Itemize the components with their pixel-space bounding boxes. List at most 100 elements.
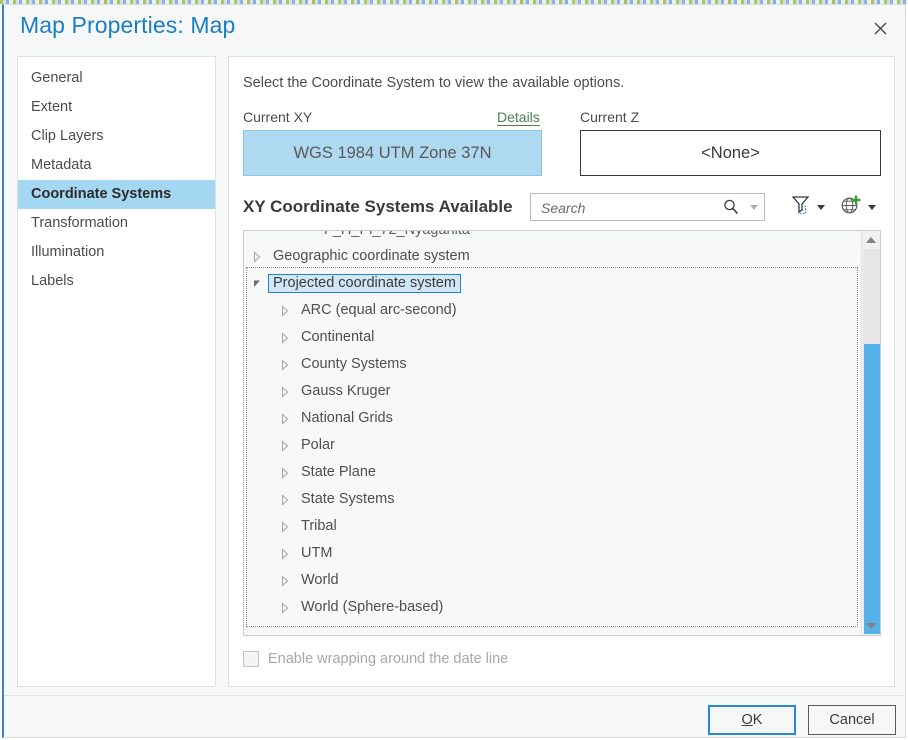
map-properties-dialog: Map Properties: Map General Extent Clip … — [2, 4, 906, 738]
enable-wrapping-checkbox-row[interactable]: Enable wrapping around the date line — [243, 651, 508, 667]
expand-chevron-right-icon[interactable] — [278, 385, 292, 399]
tree-row-polar[interactable]: Polar — [244, 432, 862, 459]
dialog-titlebar: Map Properties: Map — [4, 5, 905, 51]
globe-plus-icon — [840, 194, 862, 221]
sidebar-item-extent[interactable]: Extent — [18, 93, 215, 122]
search-box — [530, 193, 765, 222]
tree-row-label: Continental — [301, 329, 375, 345]
expand-chevron-right-icon[interactable] — [278, 520, 292, 534]
expand-chevron-right-icon[interactable] — [278, 439, 292, 453]
tree-row-gauss-kruger[interactable]: Gauss Kruger — [244, 378, 862, 405]
collapse-chevron-down-icon[interactable] — [250, 277, 264, 291]
tree-row-state-plane[interactable]: State Plane — [244, 459, 862, 486]
search-options-chevron-down-icon[interactable] — [750, 205, 758, 210]
magnifier-glyph — [724, 199, 739, 215]
expand-chevron-right-icon[interactable] — [278, 574, 292, 588]
current-xy-label: Current XY — [243, 109, 313, 125]
add-coordinate-system-button[interactable] — [840, 193, 884, 221]
expand-chevron-right-icon[interactable] — [278, 493, 292, 507]
enable-wrapping-checkbox[interactable] — [243, 651, 259, 667]
dialog-title: Map Properties: Map — [20, 12, 236, 38]
sidebar-item-general[interactable]: General — [18, 64, 215, 93]
funnel-glyph — [791, 196, 810, 215]
sidebar-item-transformation[interactable]: Transformation — [18, 209, 215, 238]
current-xy-value-box[interactable]: WGS 1984 UTM Zone 37N — [243, 130, 542, 176]
ok-button[interactable]: OK — [708, 705, 796, 735]
tree-row-arc-equal-arc-second[interactable]: ARC (equal arc-second) — [244, 297, 862, 324]
settings-nav-list: General Extent Clip Layers Metadata Coor… — [17, 56, 216, 687]
tree-row-geographic-coordinate-system[interactable]: Geographic coordinate system — [244, 243, 862, 270]
scrollbar-track[interactable] — [863, 249, 880, 634]
triangle-right-outline — [281, 547, 289, 560]
sidebar-item-illumination[interactable]: Illumination — [18, 238, 215, 267]
expand-chevron-right-icon[interactable] — [278, 331, 292, 345]
triangle-right-outline — [281, 574, 289, 587]
tree-row-label: UTM — [301, 545, 333, 561]
tree-vertical-scrollbar[interactable] — [861, 231, 880, 635]
tree-row-continental[interactable]: Continental — [244, 324, 862, 351]
tree-row-tribal[interactable]: Tribal — [244, 513, 862, 540]
tree-row-state-systems[interactable]: State Systems — [244, 486, 862, 513]
expand-chevron-right-icon[interactable] — [278, 466, 292, 480]
close-icon[interactable] — [863, 13, 897, 43]
tree-row-utm[interactable]: UTM — [244, 540, 862, 567]
scrollbar-thumb[interactable] — [864, 344, 880, 634]
ok-accel-letter: O — [741, 712, 753, 728]
tree-row-label: ARC (equal arc-second) — [301, 302, 457, 318]
cancel-button[interactable]: Cancel — [808, 705, 896, 735]
expand-chevron-right-icon[interactable] — [278, 358, 292, 372]
details-link[interactable]: Details — [497, 109, 540, 126]
coordinate-systems-panel: Select the Coordinate System to view the… — [228, 56, 895, 687]
triangle-right-outline — [281, 412, 289, 425]
search-input[interactable] — [539, 194, 718, 222]
footer-divider — [4, 695, 905, 696]
tree-row-label: World — [301, 572, 339, 588]
globe-plus-glyph — [841, 194, 861, 213]
sidebar-item-metadata[interactable]: Metadata — [18, 151, 215, 180]
close-x-glyph — [874, 22, 886, 34]
expand-chevron-right-icon[interactable] — [250, 250, 264, 264]
current-z-label: Current Z — [580, 109, 640, 125]
expand-chevron-right-icon[interactable] — [278, 601, 292, 615]
triangle-right-outline — [253, 250, 261, 263]
add-coordinate-system-chevron-down-icon[interactable] — [868, 204, 876, 210]
tree-row-county-systems[interactable]: County Systems — [244, 351, 862, 378]
triangle-right-outline — [281, 331, 289, 344]
tree-row-projected-coordinate-system[interactable]: Projected coordinate system — [244, 270, 862, 297]
tree-row-world[interactable]: World — [244, 567, 862, 594]
triangle-right-outline — [281, 493, 289, 506]
tree-row-label: Polar — [301, 437, 335, 453]
tree-row-label: F_H_Pl_72_Nyagahita — [324, 231, 470, 238]
tree-scroll-area: F_H_Pl_72_Nyagahita Geographic coordinat… — [244, 231, 862, 635]
tree-row-label: County Systems — [301, 356, 407, 372]
search-magnifier-icon[interactable] — [722, 198, 740, 216]
sidebar-item-labels[interactable]: Labels — [18, 267, 215, 296]
ok-button-label: OK — [742, 712, 763, 728]
coordinate-systems-tree[interactable]: F_H_Pl_72_Nyagahita Geographic coordinat… — [243, 230, 881, 636]
triangle-right-outline — [281, 385, 289, 398]
filter-chevron-down-icon[interactable] — [817, 204, 825, 210]
sidebar-item-coordinate-systems[interactable]: Coordinate Systems — [18, 180, 215, 209]
triangle-right-outline — [281, 439, 289, 452]
tree-row-label: Tribal — [301, 518, 337, 534]
scroll-up-arrow-icon[interactable] — [862, 231, 880, 249]
sidebar-item-clip-layers[interactable]: Clip Layers — [18, 122, 215, 151]
expand-chevron-right-icon[interactable] — [278, 412, 292, 426]
scroll-down-arrow-icon[interactable] — [862, 617, 880, 635]
enable-wrapping-label: Enable wrapping around the date line — [268, 651, 509, 667]
triangle-right-outline — [281, 304, 289, 317]
tree-row-national-grids[interactable]: National Grids — [244, 405, 862, 432]
triangle-down-filled — [254, 280, 260, 287]
tree-row-label: State Systems — [301, 491, 395, 507]
tree-row-label: World (Sphere-based) — [301, 599, 444, 615]
filter-button[interactable] — [790, 193, 834, 221]
tree-row-partially-scrolled[interactable]: F_H_Pl_72_Nyagahita — [244, 231, 862, 243]
tree-row-label: Projected coordinate system — [268, 274, 461, 293]
expand-chevron-right-icon[interactable] — [278, 547, 292, 561]
current-z-value-box[interactable]: <None> — [580, 130, 881, 176]
expand-chevron-right-icon[interactable] — [278, 304, 292, 318]
tree-row-label: National Grids — [301, 410, 393, 426]
panel-instruction-text: Select the Coordinate System to view the… — [243, 75, 625, 91]
tree-row-world-sphere-based[interactable]: World (Sphere-based) — [244, 594, 862, 621]
ok-rest-letters: K — [752, 712, 763, 728]
